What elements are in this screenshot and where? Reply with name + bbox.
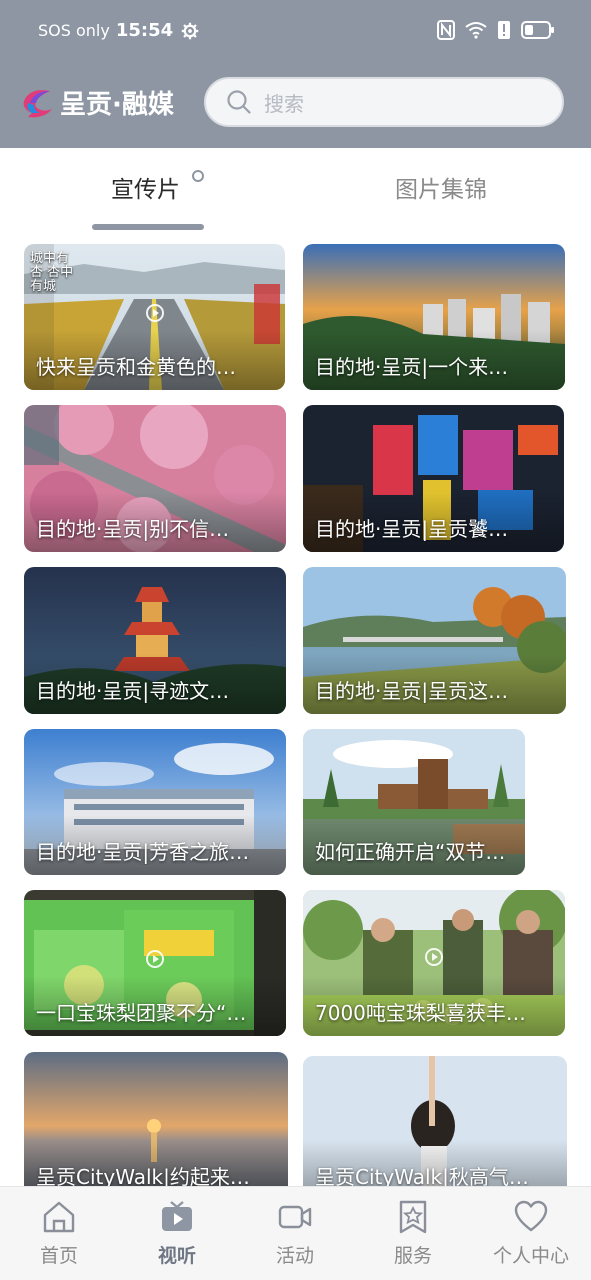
video-card[interactable]: 目的地·呈贡|呈贡这… xyxy=(303,567,566,714)
home-icon xyxy=(43,1201,75,1233)
active-tab-underline xyxy=(92,224,204,230)
heart-icon xyxy=(514,1200,548,1232)
app-screen: SOS only 15:54 呈贡·融媒 搜索 宣传片 图片集锦 城中有杏 杏中… xyxy=(0,0,591,1280)
card-title: 目的地·呈贡|呈贡饕… xyxy=(315,517,509,541)
bottom-nav: 首页 视听 活动 服务 个人中心 xyxy=(0,1186,591,1280)
nav-profile[interactable]: 个人中心 xyxy=(476,1199,586,1268)
nav-label: 个人中心 xyxy=(492,1245,569,1267)
card-title: 如何正确开启“双节”… xyxy=(315,840,515,864)
play-icon xyxy=(146,950,164,968)
camera-icon xyxy=(278,1205,312,1229)
card-title: 7000吨宝珠梨喜获丰… xyxy=(315,1001,526,1025)
logo-text: 呈贡·融媒 xyxy=(60,90,174,120)
nav-label: 首页 xyxy=(39,1245,78,1267)
nav-activities[interactable]: 活动 xyxy=(240,1199,350,1268)
battery-icon xyxy=(521,21,554,39)
search-placeholder: 搜索 xyxy=(264,91,304,116)
card-title: 一口宝珠梨团聚不分“… xyxy=(36,1001,247,1025)
status-left: SOS only 15:54 xyxy=(38,20,199,41)
search-icon xyxy=(227,90,251,114)
sim-alert-icon xyxy=(498,21,510,39)
card-title: 快来呈贡和金黄色的… xyxy=(36,355,236,379)
carrier-text: SOS only xyxy=(38,21,110,40)
video-card[interactable]: 目的地·呈贡|一个来… xyxy=(303,244,565,390)
play-icon xyxy=(425,948,443,966)
overlay-title: 城中有杏 杏中有城 xyxy=(30,251,74,294)
card-title: 目的地·呈贡|别不信… xyxy=(36,517,230,541)
nav-label: 视听 xyxy=(157,1245,196,1267)
tab-promo-videos[interactable]: 宣传片 xyxy=(111,170,180,204)
video-card[interactable]: 呈贡CityWalk|秋高气… xyxy=(303,1056,567,1200)
video-card[interactable]: 7000吨宝珠梨喜获丰… xyxy=(303,890,565,1036)
nav-media[interactable]: 视听 xyxy=(122,1199,232,1268)
card-title: 目的地·呈贡|一个来… xyxy=(315,355,509,379)
card-title: 目的地·呈贡|芳香之旅… xyxy=(36,840,250,864)
wifi-icon xyxy=(465,22,487,39)
header: SOS only 15:54 呈贡·融媒 搜索 xyxy=(0,0,591,148)
card-title: 目的地·呈贡|呈贡这… xyxy=(315,679,509,703)
tab-photo-collection[interactable]: 图片集锦 xyxy=(395,170,487,204)
video-card[interactable]: 目的地·呈贡|芳香之旅… xyxy=(24,729,286,875)
video-card[interactable]: 目的地·呈贡|别不信… xyxy=(24,405,286,552)
logo-mark-icon xyxy=(23,89,52,117)
nav-label: 服务 xyxy=(393,1245,432,1267)
status-bar: SOS only 15:54 xyxy=(0,0,591,64)
nav-home[interactable]: 首页 xyxy=(4,1199,114,1268)
video-play-icon xyxy=(162,1201,192,1231)
nav-label: 活动 xyxy=(275,1245,314,1267)
tab-badge-dot xyxy=(192,170,204,182)
status-right xyxy=(437,20,555,40)
nfc-icon xyxy=(437,20,455,40)
search-input[interactable]: 搜索 xyxy=(204,77,564,127)
video-card[interactable]: 如何正确开启“双节”… xyxy=(303,729,525,875)
nav-services[interactable]: 服务 xyxy=(358,1199,468,1268)
clock: 15:54 xyxy=(115,20,174,41)
tab-bar: 宣传片 图片集锦 xyxy=(0,148,591,234)
video-card[interactable]: 目的地·呈贡|寻迹文… xyxy=(24,567,286,714)
video-card[interactable]: 呈贡CityWalk|约起来… xyxy=(24,1052,288,1200)
card-title: 目的地·呈贡|寻迹文… xyxy=(36,679,230,703)
gear-icon xyxy=(181,22,199,39)
play-icon xyxy=(146,304,164,322)
video-card[interactable]: 目的地·呈贡|呈贡饕… xyxy=(303,405,564,552)
video-card[interactable]: 城中有杏 杏中有城 快来呈贡和金黄色的… xyxy=(24,244,285,390)
video-card[interactable]: 一口宝珠梨团聚不分“… xyxy=(24,890,286,1036)
star-bookmark-icon xyxy=(399,1200,427,1234)
app-logo[interactable]: 呈贡·融媒 xyxy=(20,84,174,121)
